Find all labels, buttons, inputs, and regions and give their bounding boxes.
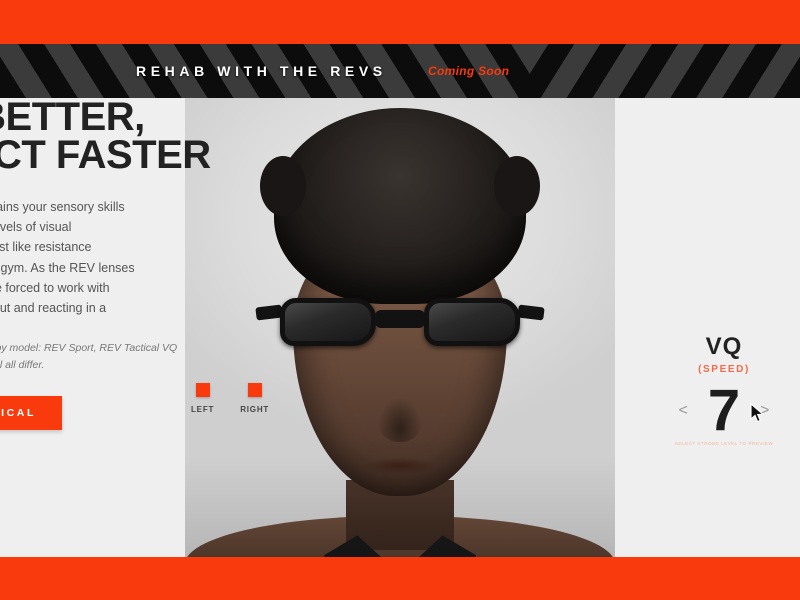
body-line: training in the gym. As the REV lenses <box>0 260 135 275</box>
shop-tactical-button[interactable]: SHOP TACTICAL <box>0 395 62 430</box>
hero-stage: SEE BETTER, REACT FASTER REV Vision trai… <box>0 98 800 557</box>
banner-subtitle: Coming Soon <box>428 64 510 78</box>
swatch-left-chip[interactable] <box>195 383 210 397</box>
body-line: resistance. Just like resistance <box>0 240 92 255</box>
hero-photo <box>185 98 615 557</box>
lens-swatch-group: LEFT RIGHT <box>191 383 269 414</box>
headline-line-1: SEE BETTER, <box>0 98 145 139</box>
hero-body-copy: REV Vision trains your sensory skills by… <box>0 197 192 319</box>
swatch-left-label: LEFT <box>191 405 215 414</box>
banner-title: REHAB WITH THE REVS <box>136 63 387 79</box>
vq-subtitle: (SPEED) <box>698 364 750 375</box>
body-line: less visual input and reacting in a <box>0 301 107 316</box>
photo-vignette <box>185 98 615 557</box>
vq-stepper: < 7 > <box>648 378 800 443</box>
body-line: strobe you are forced to work with <box>0 280 110 295</box>
hero-fineprint: Lens tint varies by model: REV Sport, RE… <box>0 340 192 374</box>
top-accent-bar <box>0 0 800 44</box>
vq-note: SELECT STROBE LEVEL TO PREVIEW <box>674 441 774 447</box>
bottom-accent-bar <box>0 557 800 600</box>
vq-title: VQ <box>705 333 743 360</box>
page-title: SEE BETTER, REACT FASTER <box>0 98 211 178</box>
swatch-right-label: RIGHT <box>240 405 270 414</box>
hero-copy: SEE BETTER, REACT FASTER REV Vision trai… <box>0 98 211 430</box>
fineprint-line: and REV Tactical all differ. <box>0 359 45 372</box>
banner-content: REHAB WITH THE REVS Coming Soon <box>0 44 800 98</box>
chevron-left-icon[interactable]: < <box>679 402 688 419</box>
body-line: by adding 8 levels of visual <box>0 220 72 235</box>
body-line: REV Vision trains your sensory skills <box>0 199 125 214</box>
mouse-cursor <box>750 403 765 423</box>
fineprint-line: Lens tint varies by model: REV Sport, RE… <box>0 342 178 355</box>
vq-value: 7 <box>707 378 741 443</box>
swatch-right[interactable]: RIGHT <box>240 383 269 414</box>
swatch-right-chip[interactable] <box>247 383 262 397</box>
swatch-left[interactable]: LEFT <box>191 383 214 414</box>
vq-speed-selector: VQ (SPEED) < 7 > SELECT STROBE LEVEL TO … <box>648 333 800 446</box>
page-root: REHAB WITH THE REVS Coming Soon ETTER, C… <box>0 0 800 600</box>
hazard-banner: REHAB WITH THE REVS Coming Soon <box>0 44 800 98</box>
headline-line-2: REACT FASTER <box>0 133 211 178</box>
